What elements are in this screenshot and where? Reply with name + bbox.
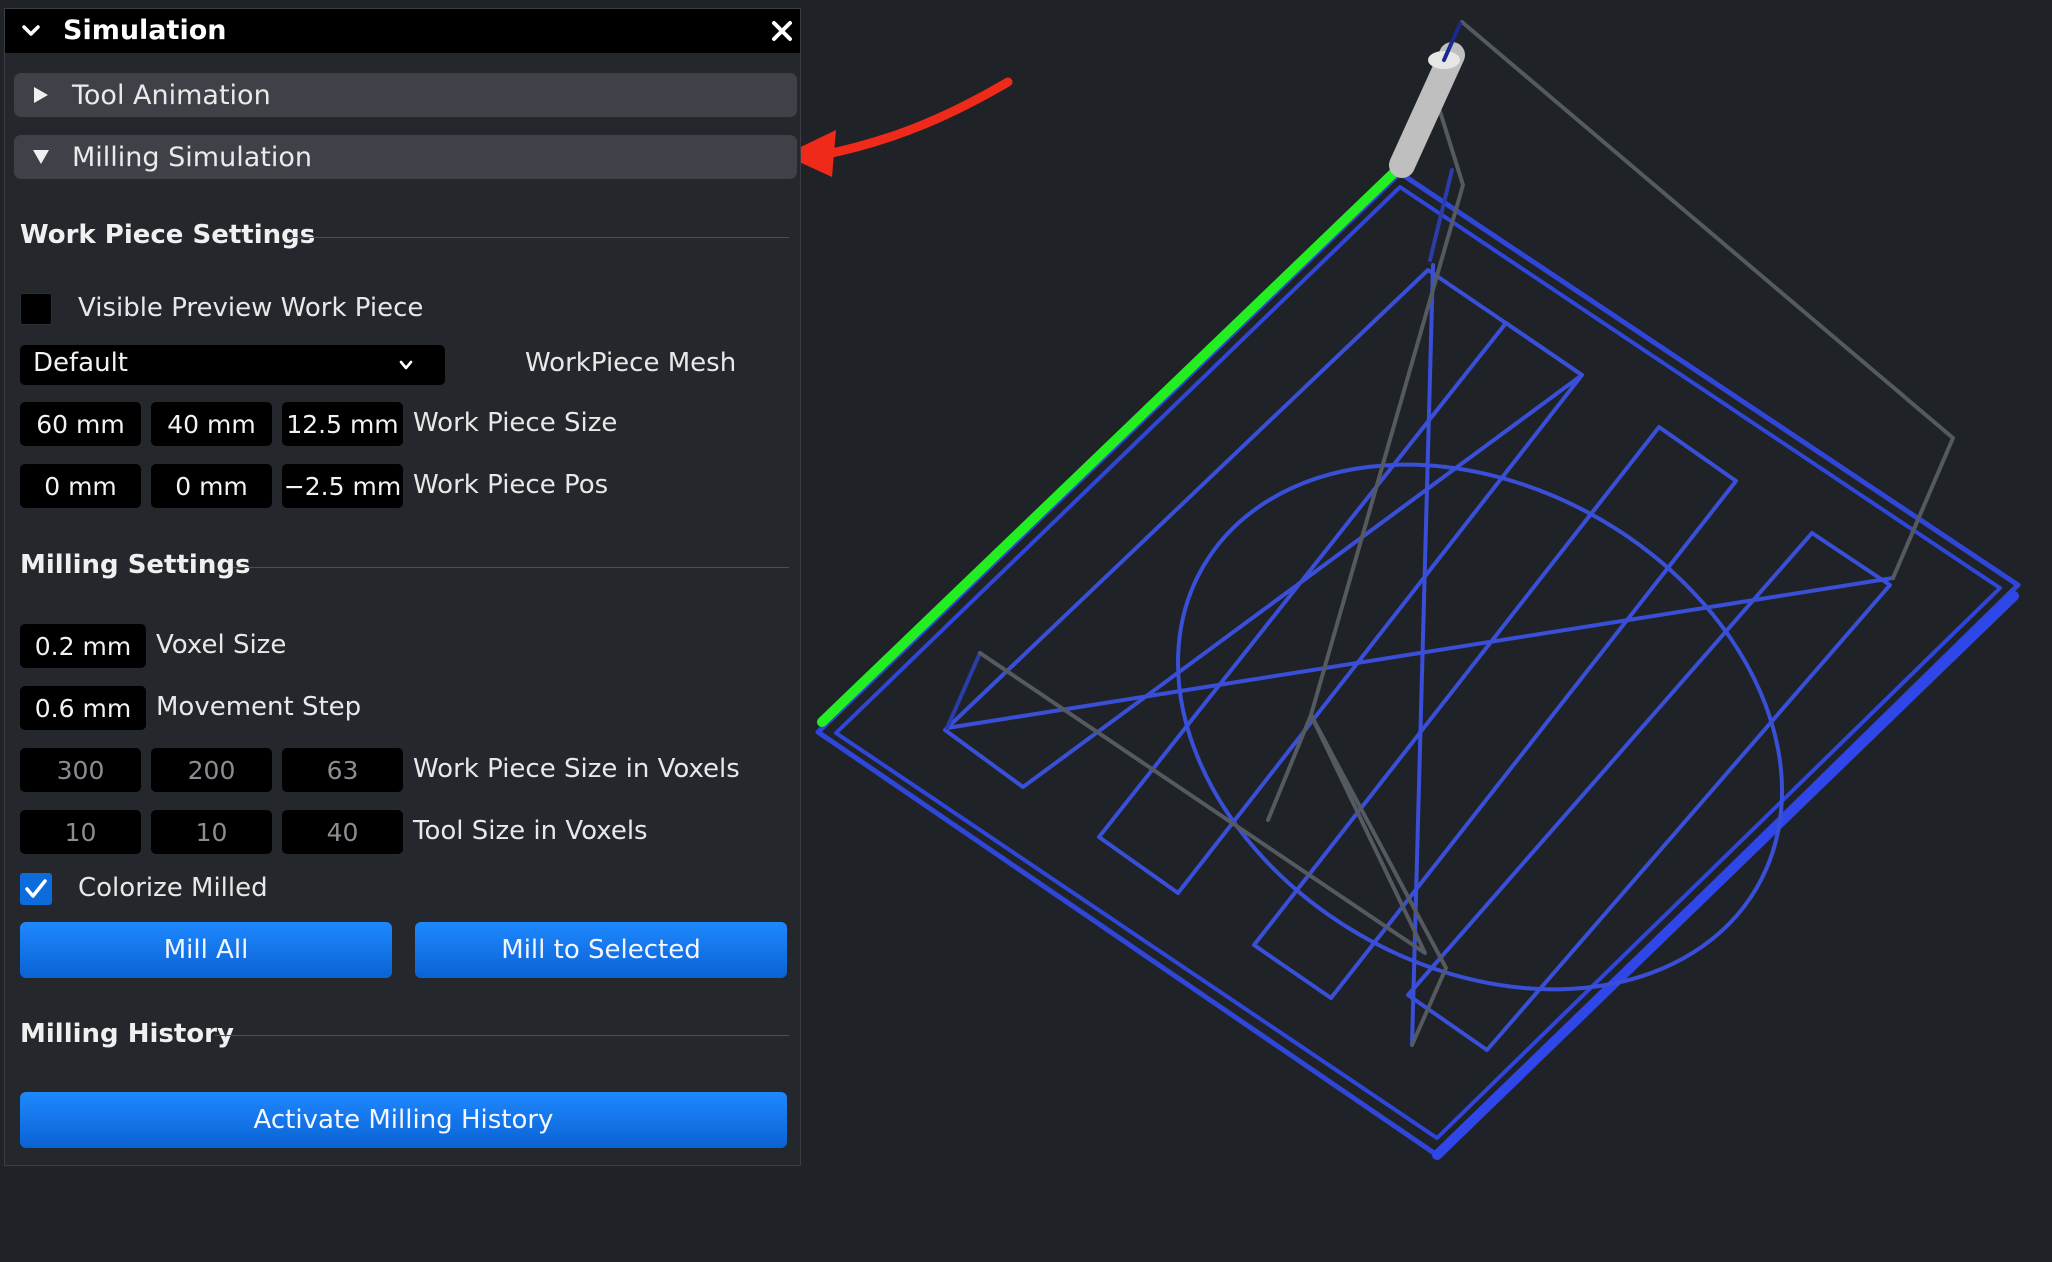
tool-voxels-x-field: 10 bbox=[20, 810, 141, 854]
toolpath-circle bbox=[1176, 462, 1784, 992]
workpiece-mesh-label: WorkPiece Mesh bbox=[525, 348, 737, 378]
close-icon[interactable] bbox=[769, 18, 795, 44]
section-tool-animation[interactable]: Tool Animation bbox=[14, 73, 797, 117]
movement-step-label: Movement Step bbox=[156, 692, 362, 722]
panel-title: Simulation bbox=[63, 15, 227, 46]
tool-voxels-z-field: 40 bbox=[282, 810, 403, 854]
panel-titlebar[interactable]: Simulation bbox=[5, 9, 800, 53]
separator bbox=[215, 1035, 789, 1036]
triangle-right-icon bbox=[34, 87, 48, 103]
voxels-y-field: 200 bbox=[151, 748, 272, 792]
colorize-milled-label: Colorize Milled bbox=[78, 873, 268, 903]
mill-all-button[interactable]: Mill All bbox=[20, 922, 392, 978]
separator bbox=[287, 237, 789, 238]
work-piece-size-z-input[interactable]: 12.5 mm bbox=[282, 402, 403, 446]
chevron-down-icon[interactable] bbox=[19, 19, 43, 43]
milling-settings-title: Milling Settings bbox=[20, 550, 251, 580]
section-milling-simulation[interactable]: Milling Simulation bbox=[14, 135, 797, 179]
separator bbox=[233, 567, 789, 568]
milling-history-title: Milling History bbox=[20, 1019, 234, 1049]
work-piece-pos-label: Work Piece Pos bbox=[413, 470, 609, 500]
visible-preview-label: Visible Preview Work Piece bbox=[78, 293, 424, 323]
chevron-down-icon bbox=[399, 360, 413, 370]
workpiece-edge-highlight bbox=[1432, 591, 2019, 1160]
triangle-down-icon bbox=[33, 150, 49, 164]
tool-voxels-y-field: 10 bbox=[151, 810, 272, 854]
section-label: Tool Animation bbox=[72, 80, 271, 111]
rapid-move-path bbox=[1309, 103, 1465, 1047]
work-piece-pos-y-input[interactable]: 0 mm bbox=[151, 464, 272, 508]
section-label: Milling Simulation bbox=[72, 142, 312, 173]
selected-toolpath-segment[interactable] bbox=[817, 160, 1407, 727]
voxels-x-field: 300 bbox=[20, 748, 141, 792]
work-piece-size-y-input[interactable]: 40 mm bbox=[151, 402, 272, 446]
voxel-size-input[interactable]: 0.2 mm bbox=[20, 624, 146, 668]
work-piece-size-label: Work Piece Size bbox=[413, 408, 618, 438]
visible-preview-checkbox[interactable] bbox=[20, 293, 52, 325]
tool-shaft bbox=[1389, 42, 1465, 178]
work-piece-size-x-input[interactable]: 60 mm bbox=[20, 402, 141, 446]
colorize-milled-checkbox[interactable] bbox=[20, 873, 52, 905]
activate-milling-history-button[interactable]: Activate Milling History bbox=[20, 1092, 787, 1148]
movement-step-input[interactable]: 0.6 mm bbox=[20, 686, 146, 730]
tool-voxels-label: Tool Size in Voxels bbox=[413, 816, 648, 846]
voxel-size-label: Voxel Size bbox=[156, 630, 287, 660]
work-piece-settings-title: Work Piece Settings bbox=[20, 220, 316, 250]
red-arrow-icon bbox=[817, 77, 1013, 160]
simulation-panel: Simulation Tool Animation Milling Simula… bbox=[4, 8, 801, 1166]
toolpath-line bbox=[1428, 168, 1454, 262]
workpiece-mesh-value: Default bbox=[33, 348, 128, 378]
voxels-label: Work Piece Size in Voxels bbox=[413, 754, 740, 784]
voxels-z-field: 63 bbox=[282, 748, 403, 792]
workpiece-mesh-dropdown[interactable]: Default bbox=[20, 345, 445, 385]
work-piece-pos-x-input[interactable]: 0 mm bbox=[20, 464, 141, 508]
mill-to-selected-button[interactable]: Mill to Selected bbox=[415, 922, 787, 978]
checkmark-icon bbox=[25, 879, 47, 898]
work-piece-pos-z-input[interactable]: −2.5 mm bbox=[282, 464, 403, 508]
